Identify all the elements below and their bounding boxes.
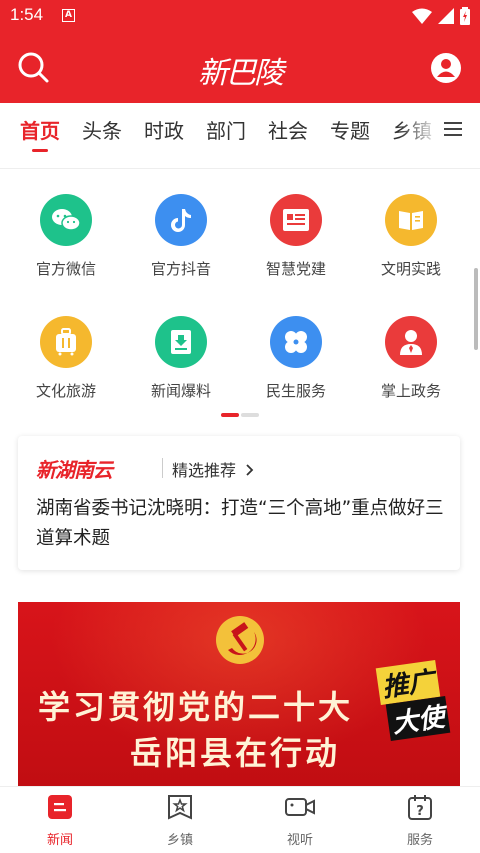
page-dot-active bbox=[221, 413, 239, 417]
app-logo: 新巴陵 bbox=[198, 56, 284, 91]
grid-label: 官方抖音 bbox=[150, 260, 211, 278]
town-icon bbox=[168, 795, 192, 820]
service-calendar-icon: ? bbox=[408, 795, 432, 820]
user-icon[interactable] bbox=[430, 52, 462, 84]
promo-banner[interactable]: 学习贯彻党的二十大 岳阳县在行动 推广 大使 bbox=[18, 602, 460, 786]
tab-society[interactable]: 社会 bbox=[268, 115, 308, 144]
menu-icon[interactable] bbox=[444, 121, 462, 137]
active-tab-indicator bbox=[32, 149, 48, 152]
grid-item-tourism[interactable]: 文化旅游 bbox=[16, 316, 116, 401]
grid-item-wechat[interactable]: 官方微信 bbox=[16, 194, 116, 279]
service-grid: 官方微信 官方抖音 智慧党建 文明实践 文化旅游 新闻爆料 民生服务 掌上政务 bbox=[0, 180, 480, 420]
svg-text:?: ? bbox=[416, 804, 424, 819]
nav-news[interactable]: 新闻 bbox=[20, 793, 100, 848]
grid-label: 新闻爆料 bbox=[150, 382, 211, 400]
brand-logo-text: 新湖南云 bbox=[36, 458, 113, 482]
news-report-icon bbox=[155, 316, 207, 368]
tab-topics[interactable]: 专题 bbox=[330, 115, 370, 144]
nav-label: 乡镇 bbox=[166, 833, 193, 848]
douyin-icon bbox=[155, 194, 207, 246]
system-icons bbox=[412, 7, 470, 25]
tab-departments[interactable]: 部门 bbox=[206, 115, 246, 144]
banner-subheadline: 岳阳县在行动 bbox=[130, 734, 341, 772]
grid-label: 文化旅游 bbox=[35, 382, 96, 400]
wechat-icon bbox=[40, 194, 92, 246]
news-icon bbox=[48, 795, 72, 819]
grid-label: 官方微信 bbox=[35, 260, 96, 278]
ambassador-badge: 推广 大使 bbox=[370, 660, 460, 742]
grid-item-party[interactable]: 智慧党建 bbox=[246, 194, 346, 279]
recommended-news-card[interactable]: 新湖南云 精选推荐 湖南省委书记沈晓明：打造“三个高地”重点做好三道算术题 bbox=[18, 436, 460, 570]
nav-services[interactable]: ? 服务 bbox=[380, 793, 460, 848]
grid-page-indicator bbox=[221, 413, 259, 417]
status-bar: 1:54 A bbox=[0, 0, 480, 32]
divider bbox=[162, 458, 163, 478]
tab-headlines[interactable]: 头条 bbox=[82, 115, 122, 144]
grid-item-news-report[interactable]: 新闻爆料 bbox=[131, 316, 231, 401]
nav-label: 服务 bbox=[406, 833, 433, 848]
hammer-sickle-icon bbox=[216, 616, 264, 664]
scrollbar[interactable] bbox=[474, 268, 478, 350]
video-icon bbox=[285, 798, 315, 816]
notification-a-icon: A bbox=[62, 9, 75, 22]
grid-label: 文明实践 bbox=[380, 260, 441, 278]
luggage-icon bbox=[40, 316, 92, 368]
banner-headline: 学习贯彻党的二十大 bbox=[38, 688, 354, 726]
bottom-nav: 新闻 乡镇 视听 ? 服务 bbox=[0, 786, 480, 853]
grid-item-livelihood[interactable]: 民生服务 bbox=[246, 316, 346, 401]
signal-icon bbox=[438, 8, 454, 24]
status-time: 1:54 bbox=[10, 5, 44, 24]
grid-item-civilization[interactable]: 文明实践 bbox=[361, 194, 461, 279]
grid-label: 民生服务 bbox=[265, 382, 326, 400]
recommend-link[interactable]: 精选推荐 bbox=[172, 457, 255, 481]
nav-label: 视听 bbox=[286, 833, 313, 848]
battery-icon bbox=[460, 7, 470, 25]
search-icon[interactable] bbox=[16, 50, 50, 84]
book-icon bbox=[385, 194, 437, 246]
tab-fade bbox=[400, 103, 440, 163]
tab-home[interactable]: 首页 bbox=[20, 115, 60, 144]
category-tabs: 首页 头条 时政 部门 社会 专题 乡镇 bbox=[0, 103, 480, 169]
grid-item-douyin[interactable]: 官方抖音 bbox=[131, 194, 231, 279]
service-icon bbox=[270, 316, 322, 368]
government-icon bbox=[385, 316, 437, 368]
page-dot bbox=[241, 413, 259, 417]
recommend-label: 精选推荐 bbox=[172, 461, 237, 480]
wifi-icon bbox=[412, 8, 432, 24]
news-headline[interactable]: 湖南省委书记沈晓明：打造“三个高地”重点做好三道算术题 bbox=[36, 494, 446, 554]
chevron-right-icon bbox=[246, 464, 254, 476]
grid-label: 智慧党建 bbox=[265, 260, 326, 278]
tab-politics[interactable]: 时政 bbox=[144, 115, 184, 144]
nav-video[interactable]: 视听 bbox=[260, 793, 340, 848]
header-bar: 1:54 A 新巴陵 bbox=[0, 0, 480, 103]
nav-towns[interactable]: 乡镇 bbox=[140, 793, 220, 848]
grid-item-government[interactable]: 掌上政务 bbox=[361, 316, 461, 401]
badge-bottom-text: 大使 bbox=[385, 696, 451, 741]
grid-label: 掌上政务 bbox=[380, 382, 441, 400]
nav-label: 新闻 bbox=[46, 833, 73, 848]
party-icon bbox=[270, 194, 322, 246]
